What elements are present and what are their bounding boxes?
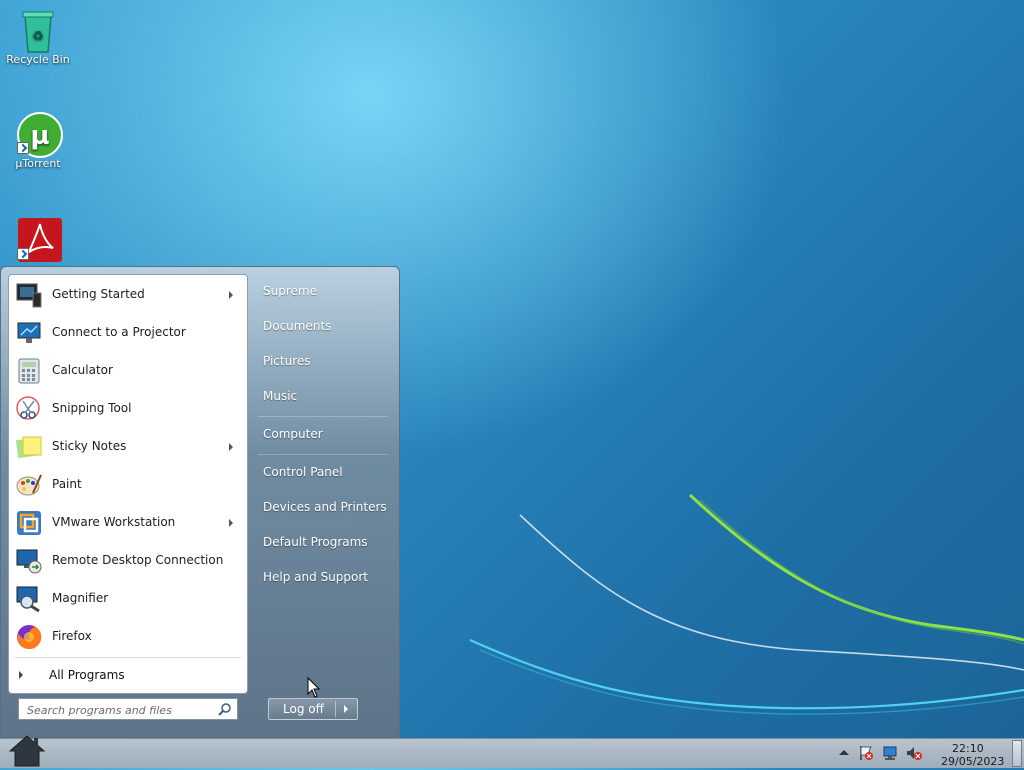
- magnifier-icon: [16, 586, 40, 613]
- desktop-icon-label: Recycle Bin: [6, 53, 70, 66]
- place-item-devices-and-printers[interactable]: Devices and Printers: [254, 495, 390, 521]
- place-item-computer[interactable]: Computer: [254, 422, 390, 448]
- program-label: Getting Started: [52, 287, 145, 301]
- action-center-flag-icon[interactable]: [858, 745, 874, 761]
- program-item-snipping-tool[interactable]: Snipping Tool: [11, 391, 245, 427]
- place-item-music[interactable]: Music: [254, 384, 390, 410]
- program-item-connect-to-projector[interactable]: Connect to a Projector: [11, 315, 245, 351]
- desktop-icon-acrobat[interactable]: [0, 218, 76, 263]
- program-label: Calculator: [52, 363, 113, 377]
- separator: [258, 454, 388, 455]
- vmware-icon: [17, 511, 41, 535]
- search-box[interactable]: [18, 698, 238, 720]
- submenu-arrow-icon: [229, 291, 233, 299]
- place-label: Help and Support: [263, 570, 368, 584]
- log-off-button[interactable]: Log off: [268, 698, 358, 720]
- program-label: Paint: [52, 477, 82, 491]
- separator: [335, 701, 336, 717]
- place-item-documents[interactable]: Documents: [254, 314, 390, 340]
- mouse-cursor-icon: [307, 677, 321, 698]
- desktop-icon-utorrent[interactable]: µ µTorrent: [0, 112, 76, 170]
- clock-time[interactable]: 22:10: [952, 742, 984, 755]
- search-icon[interactable]: [218, 702, 232, 716]
- place-item-supreme[interactable]: Supreme: [254, 279, 390, 305]
- program-label: Firefox: [52, 629, 92, 643]
- volume-muted-icon[interactable]: [906, 745, 922, 761]
- program-label: Snipping Tool: [52, 401, 132, 415]
- search-input[interactable]: [25, 700, 219, 720]
- firefox-icon: [17, 624, 42, 649]
- programs-list: Getting Started Connect to a Projector C…: [8, 274, 248, 694]
- home-icon: [8, 735, 46, 767]
- place-label: Pictures: [263, 354, 311, 368]
- show-hidden-icons-chevron[interactable]: [836, 745, 852, 761]
- chevron-right-icon[interactable]: [344, 705, 348, 713]
- clock-date[interactable]: 29/05/2023: [941, 755, 1004, 768]
- paint-palette-icon: [16, 474, 42, 496]
- program-label: Connect to a Projector: [52, 325, 186, 339]
- chevron-right-icon: [19, 671, 23, 679]
- getting-started-icon: [16, 283, 42, 308]
- program-item-remote-desktop[interactable]: Remote Desktop Connection: [11, 543, 245, 579]
- all-programs-label: All Programs: [49, 668, 125, 682]
- shortcut-arrow-icon: [17, 248, 29, 260]
- submenu-arrow-icon: [229, 443, 233, 451]
- place-item-control-panel[interactable]: Control Panel: [254, 460, 390, 486]
- program-item-magnifier[interactable]: Magnifier: [11, 581, 245, 617]
- program-item-calculator[interactable]: Calculator: [11, 353, 245, 389]
- svg-text:♻: ♻: [32, 29, 44, 44]
- desktop-icon-recycle-bin[interactable]: ♻ Recycle Bin: [0, 8, 76, 66]
- place-label: Default Programs: [263, 535, 368, 549]
- place-label: Music: [263, 389, 298, 403]
- program-label: Magnifier: [52, 591, 109, 605]
- place-label: Control Panel: [263, 465, 343, 479]
- place-label: Documents: [263, 319, 332, 333]
- program-item-sticky-notes[interactable]: Sticky Notes: [11, 429, 245, 465]
- separator: [15, 657, 241, 658]
- log-off-label: Log off: [283, 702, 324, 716]
- program-label: VMware Workstation: [52, 515, 176, 529]
- recycle-bin-icon: ♻: [17, 8, 59, 53]
- sticky-notes-icon: [15, 436, 42, 459]
- submenu-arrow-icon: [229, 519, 233, 527]
- program-item-firefox[interactable]: Firefox: [11, 619, 245, 655]
- desktop-icon-label: µTorrent: [15, 157, 61, 170]
- shortcut-arrow-icon: [17, 142, 29, 154]
- adobe-acrobat-icon: [17, 218, 62, 262]
- utorrent-icon: µ: [17, 112, 63, 158]
- all-programs-button[interactable]: All Programs: [11, 663, 245, 687]
- place-item-help-and-support[interactable]: Help and Support: [254, 565, 390, 591]
- program-item-getting-started[interactable]: Getting Started: [11, 277, 245, 313]
- network-icon[interactable]: [882, 745, 898, 761]
- taskbar: 22:10 29/05/2023: [0, 735, 1024, 768]
- scissors-icon: [16, 396, 40, 420]
- program-label: Sticky Notes: [52, 439, 127, 453]
- place-item-pictures[interactable]: Pictures: [254, 349, 390, 375]
- place-label: Devices and Printers: [263, 500, 387, 514]
- place-label: Computer: [263, 427, 323, 441]
- program-label: Remote Desktop Connection: [52, 553, 224, 567]
- calculator-icon: [18, 358, 40, 384]
- program-item-paint[interactable]: Paint: [11, 467, 245, 503]
- svg-text:µ: µ: [30, 121, 49, 151]
- remote-desktop-icon: [16, 549, 42, 574]
- place-item-default-programs[interactable]: Default Programs: [254, 530, 390, 556]
- projector-icon: [17, 322, 41, 343]
- separator: [258, 416, 388, 417]
- place-label: Supreme: [263, 284, 317, 298]
- show-desktop-button[interactable]: [1012, 740, 1022, 767]
- program-item-vmware-workstation[interactable]: VMware Workstation: [11, 505, 245, 541]
- start-button[interactable]: [8, 733, 46, 767]
